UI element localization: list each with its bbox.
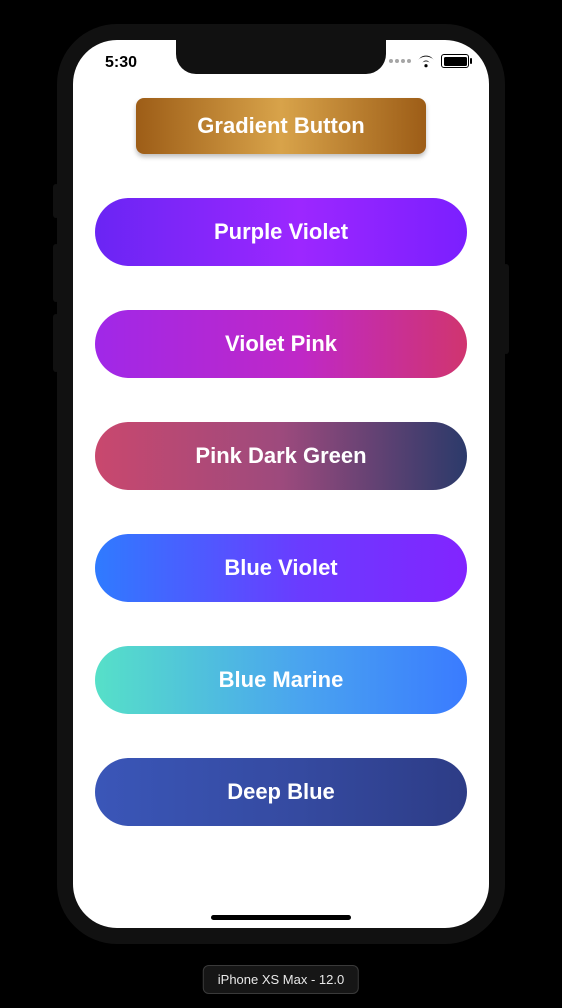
- app-content: Gradient Button Purple Violet Violet Pink…: [73, 84, 489, 928]
- button-list: Purple Violet Violet Pink Pink Dark Green B…: [95, 198, 467, 826]
- gradient-button-3[interactable]: Blue Violet: [95, 534, 467, 602]
- gradient-button-label: Violet Pink: [225, 331, 337, 357]
- cellular-icon: [389, 59, 411, 63]
- gradient-button-5[interactable]: Deep Blue: [95, 758, 467, 826]
- status-bar: 5:30: [73, 40, 489, 84]
- status-time: 5:30: [105, 54, 137, 72]
- gradient-button-0[interactable]: Purple Violet: [95, 198, 467, 266]
- gradient-button-label: Blue Violet: [224, 555, 337, 581]
- gradient-button-label: Pink Dark Green: [195, 443, 366, 469]
- home-indicator[interactable]: [211, 915, 351, 920]
- stage: 5:30 Gradient Button Pur: [0, 0, 562, 1008]
- device-caption: iPhone XS Max - 12.0: [203, 965, 359, 994]
- screen: 5:30 Gradient Button Pur: [73, 40, 489, 928]
- battery-icon: [441, 54, 469, 68]
- gradient-button-1[interactable]: Violet Pink: [95, 310, 467, 378]
- gradient-button-label: Purple Violet: [214, 219, 348, 245]
- gradient-header-button[interactable]: Gradient Button: [136, 98, 426, 154]
- gradient-button-4[interactable]: Blue Marine: [95, 646, 467, 714]
- wifi-icon: [417, 55, 435, 68]
- gradient-button-label: Deep Blue: [227, 779, 335, 805]
- gradient-button-2[interactable]: Pink Dark Green: [95, 422, 467, 490]
- status-right: [389, 54, 469, 68]
- gradient-header-button-label: Gradient Button: [197, 113, 364, 139]
- gradient-button-label: Blue Marine: [219, 667, 344, 693]
- phone-frame: 5:30 Gradient Button Pur: [57, 24, 505, 944]
